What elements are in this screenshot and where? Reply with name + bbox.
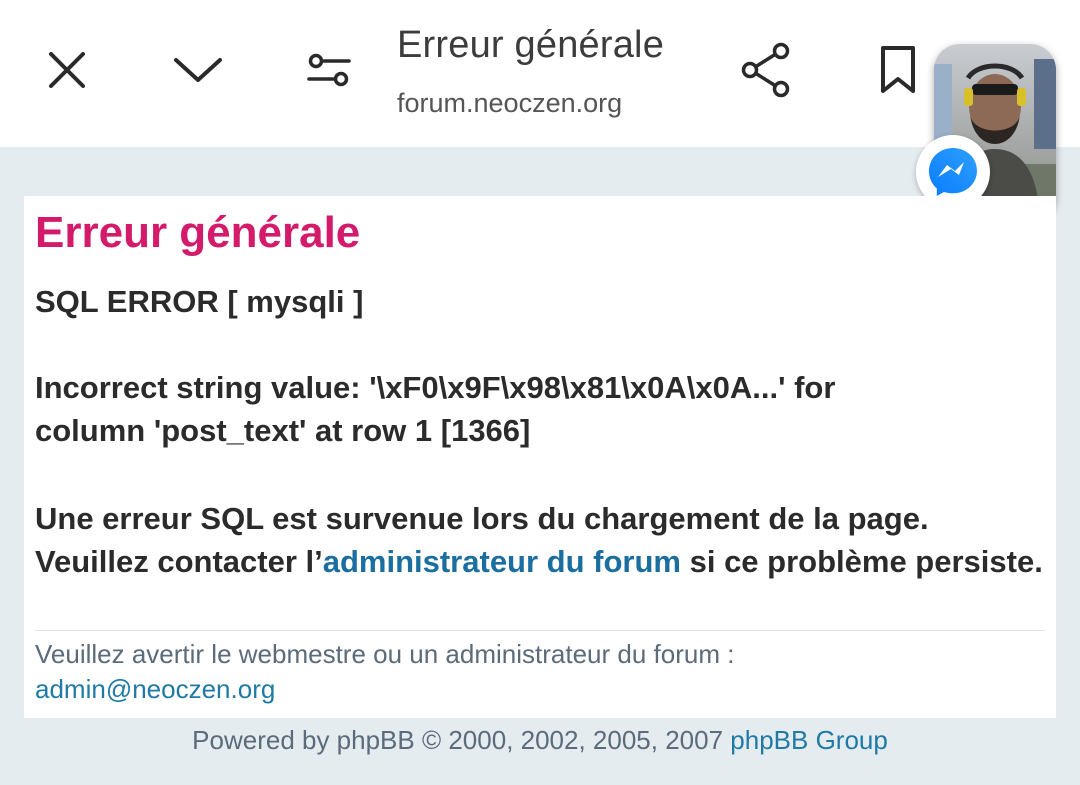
admin-email-link[interactable]: admin@neoczen.org xyxy=(35,672,1045,707)
sql-error-line: SQL ERROR [ mysqli ] xyxy=(35,284,364,319)
powered-by-text: Powered by phpBB © 2000, 2002, 2005, 200… xyxy=(192,725,731,755)
page-domain: forum.neoczen.org xyxy=(397,88,623,118)
error-detail-line-1: Incorrect string value: '\xF0\x9F\x98\x8… xyxy=(35,370,836,405)
messenger-chat-head[interactable] xyxy=(916,44,1056,220)
error-title: Erreur générale xyxy=(35,208,361,257)
divider xyxy=(35,630,1045,631)
webmaster-note-text: Veuillez avertir le webmestre ou un admi… xyxy=(35,639,735,669)
error-detail-line-2: column 'post_text' at row 1 [1366] xyxy=(35,413,531,448)
webmaster-note: Veuillez avertir le webmestre ou un admi… xyxy=(35,637,1045,707)
close-icon[interactable] xyxy=(32,35,102,105)
page-title: Erreur générale xyxy=(397,24,665,66)
page-header[interactable]: Erreur générale forum.neoczen.org xyxy=(397,22,664,120)
admin-link[interactable]: administrateur du forum xyxy=(323,544,681,579)
browser-toolbar: Erreur générale forum.neoczen.org xyxy=(0,0,1080,147)
error-panel: Erreur générale SQL ERROR [ mysqli ] Inc… xyxy=(24,196,1056,718)
error-message: Une erreur SQL est survenue lors du char… xyxy=(35,497,1045,583)
tune-icon[interactable] xyxy=(294,35,364,105)
error-message-end: si ce problème persiste. xyxy=(680,544,1043,579)
error-detail: Incorrect string value: '\xF0\x9F\x98\x8… xyxy=(35,366,1045,452)
bookmark-icon[interactable] xyxy=(863,35,933,105)
share-icon[interactable] xyxy=(731,35,801,105)
phpbb-group-link[interactable]: phpBB Group xyxy=(730,725,888,755)
chevron-down-icon[interactable] xyxy=(163,35,233,105)
powered-by: Powered by phpBB © 2000, 2002, 2005, 200… xyxy=(0,722,1080,758)
